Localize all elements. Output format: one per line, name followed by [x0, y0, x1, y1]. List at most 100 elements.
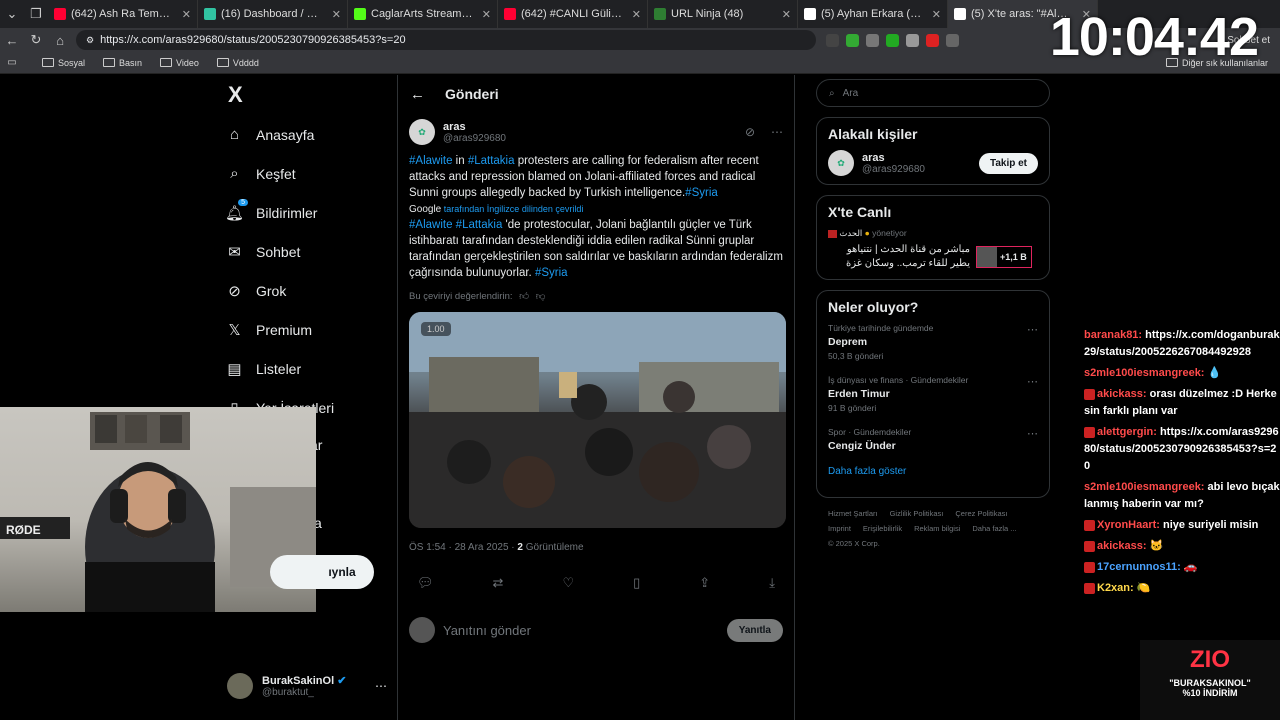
related-handle[interactable]: @aras929680 [862, 164, 925, 175]
account-more-icon[interactable]: ⋯ [375, 679, 387, 693]
footer-link[interactable]: Hizmet Şartları [828, 509, 878, 518]
reply-input[interactable]: Yanıtını gönder [443, 623, 531, 638]
list-icon: ▤ [227, 360, 242, 378]
tab-close-icon[interactable]: ✕ [178, 8, 191, 21]
nav-item-grok[interactable]: ⊘ Grok [226, 271, 396, 310]
back-icon[interactable]: ← [0, 33, 24, 48]
extension-icon[interactable] [926, 33, 939, 47]
tweet-timestamp[interactable]: ÖS 1:54 · 28 Ara 2025 · [409, 542, 517, 553]
thumbs-down-icon[interactable]: 👎︎ [536, 291, 546, 302]
browser-tab[interactable]: CaglarArts Stream - Watch Live o ✕ [348, 0, 498, 28]
browser-tab[interactable]: (16) Dashboard / Streamlabs ✕ [198, 0, 348, 28]
home-browser-icon[interactable]: ⌂ [48, 33, 72, 48]
post-button-partial[interactable]: ıynla [270, 555, 374, 589]
chat-message: s2mle100iesmangreek: abi levo bıçaklanmı… [1084, 479, 1280, 513]
footer-link[interactable]: Çerez Politikası [955, 509, 1007, 518]
grok-icon[interactable]: ⊘ [745, 125, 755, 139]
tab-close-icon[interactable]: ✕ [928, 8, 941, 21]
back-arrow-icon[interactable]: ← [410, 86, 425, 103]
trend-item[interactable]: Spor · Gündemdekiler Cengiz Ünder ⋯ [828, 427, 1038, 452]
footer-link[interactable]: Erişilebilirlik [863, 524, 902, 533]
browser-tab[interactable]: (642) Ash Ra Tempel - Der Vierte ✕ [48, 0, 198, 28]
related-name[interactable]: aras [862, 152, 925, 164]
refresh-icon[interactable]: ↻ [24, 32, 48, 48]
trend-more-icon[interactable]: ⋯ [1027, 323, 1038, 336]
nav-item-keşfet[interactable]: ⌕ Keşfet [226, 154, 396, 193]
search-icon: ⌕ [829, 87, 835, 99]
tab-menu-icon[interactable]: ⌄ [0, 6, 24, 22]
bookmark-folder[interactable]: Sosyal [42, 58, 85, 68]
live-title: X'te Canlı [828, 204, 892, 220]
extension-icon[interactable] [866, 33, 879, 47]
hashtag-link[interactable]: #Alawite [409, 219, 452, 231]
tab-close-icon[interactable]: ✕ [628, 8, 641, 21]
author-handle[interactable]: @aras929680 [443, 133, 506, 144]
workspaces-icon[interactable]: ❐ [24, 6, 48, 22]
bookmark-icon[interactable]: ▯ [633, 575, 640, 591]
search-input[interactable]: ⌕ Ara [816, 79, 1050, 107]
live-count[interactable]: +1,1 B [976, 246, 1032, 268]
account-switcher[interactable]: BurakSakinOl ✔ @buraktut_ ⋯ [227, 673, 387, 699]
site-info-icon[interactable]: ⚙ [86, 35, 94, 46]
browser-tab[interactable]: URL Ninja (48) ✕ [648, 0, 798, 28]
translated-by-link[interactable]: tarafından İngilizce dilinden çevrildi [444, 204, 584, 214]
chat-username: 17cernunnos11: [1097, 561, 1181, 573]
trend-more-icon[interactable]: ⋯ [1027, 375, 1038, 388]
thumbs-up-icon[interactable]: 👍︎ [519, 291, 529, 302]
extension-icon[interactable] [846, 33, 859, 47]
hashtag-link[interactable]: #Syria [685, 187, 718, 199]
extension-icon[interactable] [886, 33, 899, 47]
footer-link[interactable]: Reklam bilgisi [914, 524, 960, 533]
live-text[interactable]: مباشر من قناة الحدث | نتنياهو يطير للقاء… [828, 243, 970, 271]
bookmark-folder[interactable]: Video [160, 58, 199, 68]
download-icon[interactable]: ⤓ [769, 575, 775, 591]
bookmark-folder[interactable]: Basın [103, 58, 142, 68]
tab-close-icon[interactable]: ✕ [478, 8, 491, 21]
trend-more-icon[interactable]: ⋯ [1027, 427, 1038, 440]
footer-link[interactable]: Imprint [828, 524, 851, 533]
trend-item[interactable]: İş dünyası ve finans · Gündemdekiler Erde… [828, 375, 1038, 413]
hashtag-link[interactable]: #Lattakia [468, 155, 515, 167]
author-avatar[interactable]: ✿ [409, 119, 435, 145]
more-icon[interactable]: ⋯ [771, 125, 783, 139]
folder-icon [160, 58, 173, 67]
nav-item-anasayfa[interactable]: ⌂ Anasayfa [226, 115, 396, 154]
url-field[interactable]: ⚙ https://x.com/aras929680/status/200523… [76, 30, 816, 50]
like-icon[interactable]: ♡ [562, 575, 574, 591]
chat-username: s2mle100iesmangreek: [1084, 481, 1205, 493]
browser-tab[interactable]: (642) #CANLI Gülinay Selçuk ✕ [498, 0, 648, 28]
share-icon[interactable]: ⇪ [699, 575, 710, 591]
translated-text: #Alawite #Lattakia 'de protestocular, Jo… [409, 217, 783, 281]
nav-item-sohbet[interactable]: ✉ Sohbet [226, 232, 396, 271]
follow-button[interactable]: Takip et [978, 152, 1038, 174]
nav-item-listeler[interactable]: ▤ Listeler [226, 349, 396, 388]
nav-item-bildirimler[interactable]: 🔔︎ 5 Bildirimler [225, 193, 396, 232]
hashtag-link[interactable]: #Alawite [409, 155, 452, 167]
hashtag-link[interactable]: #Lattakia [456, 219, 503, 231]
footer-link[interactable]: Daha fazla ... [972, 524, 1016, 533]
x-logo[interactable]: X [226, 75, 396, 115]
reply-icon[interactable]: 💬︎ [417, 575, 434, 591]
trend-item[interactable]: Türkiye tarihinde gündemde Deprem 50,3 B g… [828, 323, 1038, 361]
browser-tab[interactable]: (5) Ayhan Erkara (@BarracudaVo ✕ [798, 0, 948, 28]
sidebar-toggle-icon[interactable]: ▭ [0, 57, 24, 68]
related-avatar[interactable]: ✿ [828, 150, 854, 176]
tab-close-icon[interactable]: ✕ [328, 8, 341, 21]
account-name: BurakSakinOl ✔ [262, 675, 347, 687]
reply-button[interactable]: Yanıtla [726, 618, 783, 642]
nav-item-premium[interactable]: 𝕏 Premium [226, 310, 396, 349]
bookmark-folder[interactable]: Vdddd [216, 58, 259, 68]
tweet-video[interactable]: 1.00 [409, 312, 786, 528]
hashtag-link[interactable]: #Syria [535, 267, 568, 279]
tab-close-icon[interactable]: ✕ [778, 8, 791, 21]
retweet-icon[interactable]: ⇄ [493, 575, 504, 591]
tab-favicon-icon [654, 8, 666, 20]
extension-icon[interactable] [826, 33, 839, 47]
webcam-overlay: RØDE [0, 407, 316, 612]
bookmark-label: Video [176, 57, 199, 68]
show-more-link[interactable]: Daha fazla göster [828, 466, 1038, 477]
footer-link[interactable]: Gizlilik Politikası [890, 509, 944, 518]
extension-icon[interactable] [946, 33, 959, 47]
author-name[interactable]: aras [443, 121, 506, 133]
extension-icon[interactable] [906, 33, 919, 47]
